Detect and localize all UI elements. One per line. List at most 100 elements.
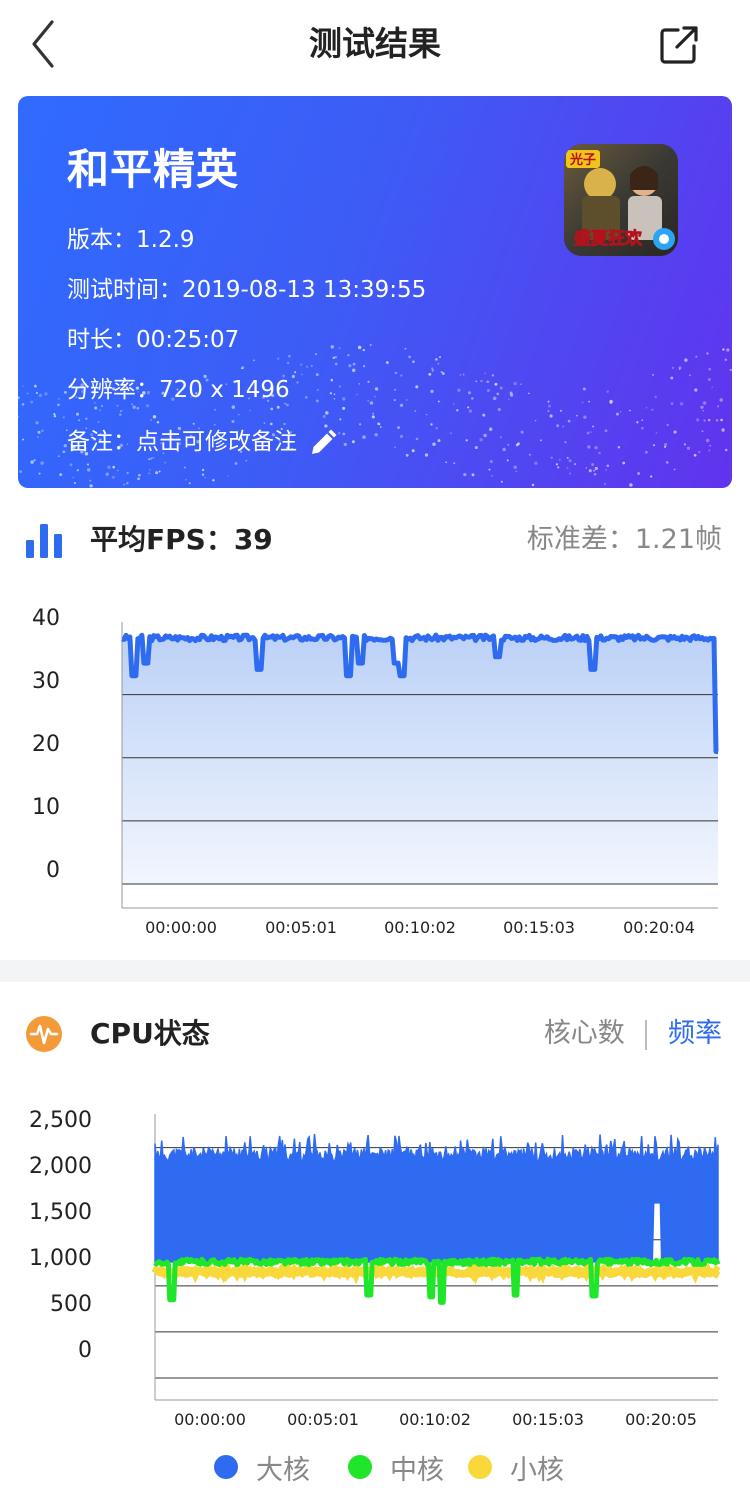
decorative-dot [708, 449, 711, 452]
version-label: 版本： [67, 227, 136, 253]
cpu-chart: 2,500 2,000 1,500 1,000 500 0 00:00:00 00:05:0… [0, 1100, 750, 1440]
decorative-dot [698, 450, 701, 454]
decorative-dot [722, 348, 725, 351]
decorative-dot [338, 432, 341, 435]
decorative-dot [78, 419, 80, 422]
remark-edit-link[interactable]: 点击可修改备注 [136, 429, 297, 455]
decorative-dot [456, 409, 459, 412]
decorative-dot [617, 445, 621, 449]
decorative-dot [86, 468, 91, 472]
decorative-dot [305, 365, 309, 368]
decorative-dot [491, 474, 493, 477]
decorative-dot [76, 469, 79, 472]
legend-dot [468, 1455, 492, 1479]
decorative-dot [369, 401, 374, 405]
decorative-dot [720, 418, 723, 422]
decorative-dot [62, 450, 66, 454]
decorative-dot [666, 424, 669, 426]
decorative-dot [684, 358, 688, 362]
decorative-dot [33, 459, 36, 462]
decorative-dot [21, 403, 25, 406]
decorative-dot [362, 435, 366, 439]
decorative-dot [686, 446, 691, 450]
decorative-dot [338, 347, 341, 349]
decorative-dot [374, 387, 379, 391]
cpu-x-tick-label: 00:10:02 [399, 1410, 471, 1429]
decorative-dot [515, 470, 518, 473]
decorative-dot [62, 416, 65, 419]
std-dev-value: 1.21帧 [634, 524, 722, 555]
decorative-dot [342, 406, 346, 410]
duration-row: 时长：00:25:07 [67, 323, 239, 357]
decorative-dot [463, 472, 467, 477]
decorative-dot [440, 371, 443, 374]
decorative-dot [435, 427, 438, 430]
decorative-dot [549, 414, 553, 418]
tab-cores[interactable]: 核心数 [544, 1018, 625, 1049]
decorative-dot [300, 363, 303, 366]
decorative-dot [707, 418, 711, 422]
legend-item-mid-core[interactable]: 中核 [348, 1444, 444, 1490]
decorative-dot [520, 430, 524, 434]
decorative-dot [19, 470, 23, 473]
fps-chart-plot [121, 622, 719, 909]
legend-item-big-core[interactable]: 大核 [214, 1444, 310, 1490]
share-button[interactable] [656, 22, 702, 68]
decorative-dot [435, 358, 438, 361]
decorative-dot [724, 358, 728, 362]
decorative-dot [38, 393, 43, 398]
decorative-dot [184, 466, 186, 469]
decorative-dot [547, 400, 550, 403]
decorative-dot [703, 419, 706, 422]
decorative-dot [99, 409, 101, 412]
decorative-dot [717, 405, 720, 408]
pencil-edit-icon[interactable] [308, 428, 338, 458]
fps-section-header: 平均FPS：39 标准差：1.21帧 [0, 512, 750, 572]
std-dev-label: 标准差： [526, 524, 635, 555]
decorative-dot [534, 419, 537, 422]
decorative-dot [85, 417, 88, 420]
decorative-dot [411, 449, 415, 453]
decorative-dot [137, 477, 140, 481]
decorative-dot [471, 473, 475, 477]
decorative-dot [574, 463, 576, 466]
decorative-dot [500, 480, 503, 483]
decorative-dot [37, 436, 39, 438]
decorative-dot [462, 373, 465, 376]
cpu-chart-plot [151, 1114, 721, 1401]
decorative-dot [372, 412, 375, 415]
decorative-dot [641, 426, 644, 430]
decorative-dot [136, 406, 140, 410]
decorative-dot [339, 418, 342, 421]
decorative-dot [330, 345, 335, 349]
decorative-dot [582, 387, 586, 391]
section-divider [0, 960, 750, 982]
decorative-dot [277, 357, 280, 360]
tab-separator [645, 1019, 648, 1050]
decorative-dot [701, 430, 704, 433]
decorative-dot [705, 438, 710, 443]
decorative-dot [670, 402, 674, 405]
decorative-dot [450, 432, 452, 435]
decorative-dot [342, 397, 346, 401]
game-name: 和平精英 [67, 145, 240, 194]
decorative-dot [645, 406, 648, 409]
share-export-icon [660, 26, 698, 64]
legend-item-little-core[interactable]: 小核 [468, 1444, 564, 1490]
decorative-dot [26, 392, 29, 395]
decorative-dot [288, 354, 291, 358]
decorative-dot [75, 412, 80, 416]
fps-x-tick-label: 00:05:01 [265, 918, 337, 937]
cpu-section-header: CPU状态 核心数 频率 [0, 1004, 750, 1064]
decorative-dot [164, 461, 167, 464]
tab-frequency[interactable]: 频率 [668, 1018, 722, 1049]
decorative-dot [315, 353, 318, 356]
decorative-dot [333, 398, 336, 400]
decorative-dot [588, 400, 590, 403]
decorative-dot [559, 409, 562, 412]
decorative-dot [555, 463, 558, 466]
fps-x-tick-label: 00:15:03 [503, 918, 575, 937]
decorative-dot [591, 463, 595, 466]
decorative-dot [428, 372, 432, 376]
decorative-dot [374, 395, 376, 398]
